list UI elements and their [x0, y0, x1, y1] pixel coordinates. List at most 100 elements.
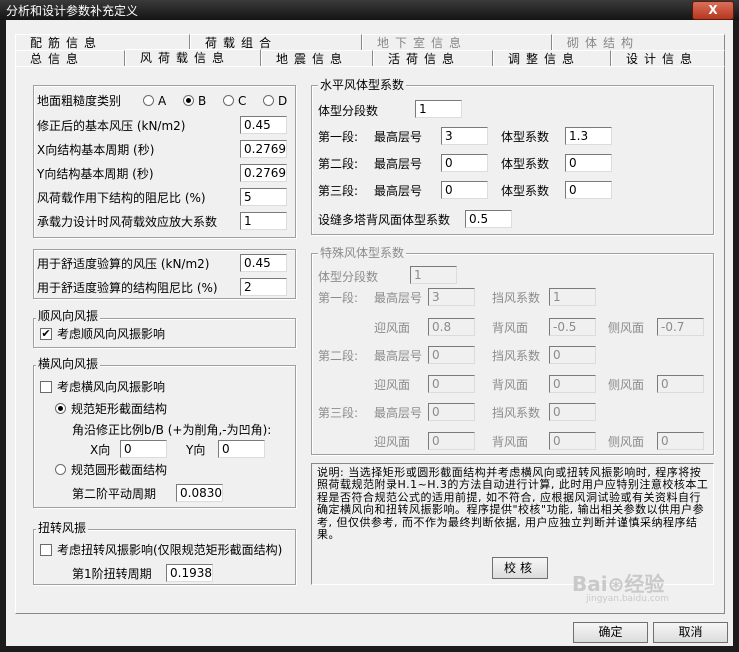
horizontal-shape-title: 水平风体型系数: [318, 78, 407, 92]
s-seg3-leeward-input[interactable]: 0: [549, 432, 596, 450]
roughness-radio-a[interactable]: [143, 95, 154, 106]
s-seg3-leeward-label: 背风面: [492, 435, 529, 449]
roughness-a-label: A: [158, 94, 167, 108]
h-seg2-coef-input[interactable]: 0: [565, 154, 612, 172]
roughness-label: 地面粗糙度类别: [37, 94, 122, 108]
h-seg2-floor-input[interactable]: 0: [441, 154, 488, 172]
tab-wind-load[interactable]: 风荷载信息: [125, 49, 261, 67]
s-seg1-label: 第一段:: [318, 291, 359, 305]
ok-button[interactable]: 确定: [573, 622, 648, 643]
s-seg1-leeward-input[interactable]: -0.5: [549, 318, 596, 336]
h-segments-input[interactable]: 1: [415, 100, 462, 118]
s-seg1-windward-input[interactable]: 0.8: [428, 318, 475, 336]
dialog-window: 分析和设计参数补充定义 X 配筋信息 荷载组合 地下室信息 砌体结构 总信息 风…: [0, 0, 739, 652]
tab-live-load[interactable]: 活荷信息: [373, 50, 493, 66]
y-period-input[interactable]: 0.27692: [240, 164, 287, 182]
comfort-damping-input[interactable]: 2: [240, 278, 287, 296]
cancel-button[interactable]: 取消: [653, 622, 728, 643]
s-seg2-shield-label: 挡风系数: [492, 349, 541, 363]
h-seg2-coef-label: 体型系数: [501, 157, 550, 171]
s-seg3-shield-input[interactable]: 0: [549, 403, 596, 421]
cross-wind-check-label: 考虑横风向风振影响: [57, 380, 166, 394]
roughness-d-label: D: [278, 94, 288, 108]
s-seg1-floor-input[interactable]: 3: [428, 288, 475, 306]
tab-design[interactable]: 设计信息: [611, 50, 725, 66]
s-seg3-side-input[interactable]: 0: [657, 432, 704, 450]
h-seg3-coef-label: 体型系数: [501, 184, 550, 198]
amplify-factor-label: 承载力设计时风荷载效应放大系数: [37, 215, 218, 229]
s-seg1-leeward-label: 背风面: [492, 321, 529, 335]
h-seg2-floor-label: 最高层号: [374, 157, 423, 171]
tab-seismic[interactable]: 地震信息: [261, 50, 373, 66]
round-section-radio[interactable]: [55, 464, 66, 475]
tab-basement[interactable]: 地下室信息: [362, 34, 552, 50]
s-seg1-windward-label: 迎风面: [374, 321, 411, 335]
tab-reinforcement[interactable]: 配筋信息: [15, 34, 190, 50]
torsion-checkbox[interactable]: [40, 544, 52, 556]
s-seg2-shield-input[interactable]: 0: [549, 346, 596, 364]
s-seg3-floor-input[interactable]: 0: [428, 403, 475, 421]
roughness-radio-c[interactable]: [223, 95, 234, 106]
s-seg1-side-label: 侧风面: [608, 321, 645, 335]
s-seg2-side-label: 侧风面: [608, 378, 645, 392]
tab-adjustment[interactable]: 调整信息: [493, 50, 611, 66]
cross-wind-title: 横风向风振: [36, 357, 101, 371]
multi-tower-label: 设缝多塔背风面体型系数: [318, 213, 451, 227]
damping-ratio-input[interactable]: 5: [240, 188, 287, 206]
title-bar: 分析和设计参数补充定义 X: [0, 0, 739, 20]
s-seg2-side-input[interactable]: 0: [657, 375, 704, 393]
h-seg3-label: 第三段:: [318, 184, 359, 198]
x-period-label: X向结构基本周期 (秒): [37, 143, 155, 157]
along-wind-check-label: 考虑顺风向风振影响: [57, 327, 166, 341]
note-text: 说明: 当选择矩形或圆形截面结构并考虑横风向或扭转风振影响时, 程序将按照荷载规…: [317, 466, 709, 542]
h-seg1-coef-label: 体型系数: [501, 130, 550, 144]
base-wind-pressure-input[interactable]: 0.45: [240, 116, 287, 134]
check-button[interactable]: 校核: [492, 557, 548, 579]
cross-wind-checkbox[interactable]: [40, 381, 52, 393]
h-seg3-coef-input[interactable]: 0: [565, 181, 612, 199]
s-seg2-leeward-input[interactable]: 0: [549, 375, 596, 393]
s-seg2-floor-input[interactable]: 0: [428, 346, 475, 364]
close-button[interactable]: X: [692, 1, 734, 20]
h-seg1-floor-input[interactable]: 3: [441, 127, 488, 145]
s-seg2-windward-input[interactable]: 0: [428, 375, 475, 393]
s-seg3-shield-label: 挡风系数: [492, 406, 541, 420]
x-dir-label: X向: [90, 443, 111, 457]
corner-x-input[interactable]: 0: [120, 440, 167, 458]
s-seg2-label: 第二段:: [318, 349, 359, 363]
x-period-input[interactable]: 0.27692: [240, 140, 287, 158]
roughness-radio-d[interactable]: [263, 95, 274, 106]
y-period-label: Y向结构基本周期 (秒): [37, 167, 154, 181]
roughness-b-label: B: [198, 94, 207, 108]
window-frame-left: [0, 20, 6, 652]
s-seg1-side-input[interactable]: -0.7: [657, 318, 704, 336]
tab-load-combination[interactable]: 荷载组合: [190, 34, 362, 50]
s-seg3-windward-label: 迎风面: [374, 435, 411, 449]
torsion-period-input[interactable]: 0.19385: [166, 564, 213, 582]
along-wind-title: 顺风向风振: [36, 309, 101, 323]
s-segments-input[interactable]: 1: [410, 266, 457, 284]
baidu-watermark: Bai⊛经验: [572, 572, 665, 596]
rect-section-radio[interactable]: [55, 403, 66, 414]
h-seg3-floor-input[interactable]: 0: [441, 181, 488, 199]
window-title: 分析和设计参数补充定义: [6, 4, 139, 18]
tab-masonry[interactable]: 砌体结构: [552, 34, 725, 50]
s-seg1-shield-input[interactable]: 1: [549, 288, 596, 306]
round-section-label: 规范圆形截面结构: [71, 463, 168, 477]
comfort-pressure-input[interactable]: 0.45: [240, 254, 287, 272]
tab-general[interactable]: 总信息: [15, 50, 125, 66]
roughness-radio-b[interactable]: [183, 95, 194, 106]
second-period-input[interactable]: 0.08307: [176, 484, 223, 502]
rect-section-label: 规范矩形截面结构: [71, 402, 168, 416]
torsion-check-label: 考虑扭转风振影响(仅限规范矩形截面结构): [57, 543, 283, 557]
h-seg3-floor-label: 最高层号: [374, 184, 423, 198]
second-period-label: 第二阶平动周期: [72, 487, 157, 501]
s-seg3-windward-input[interactable]: 0: [428, 432, 475, 450]
h-seg1-coef-input[interactable]: 1.3: [565, 127, 612, 145]
corner-y-input[interactable]: 0: [218, 440, 265, 458]
along-wind-checkbox[interactable]: ✔: [40, 328, 52, 340]
window-frame-right: [733, 20, 739, 652]
multi-tower-input[interactable]: 0.5: [465, 210, 512, 228]
roughness-c-label: C: [238, 94, 247, 108]
amplify-factor-input[interactable]: 1: [240, 212, 287, 230]
